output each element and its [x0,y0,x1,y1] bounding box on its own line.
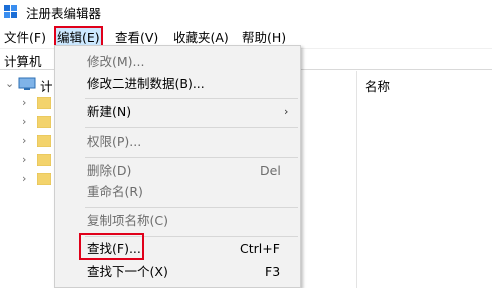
menu-item-label: 修改二进制数据(B)... [87,76,205,91]
menu-item-shortcut: Ctrl+F [240,241,280,256]
menu-item-new[interactable]: 新建(N) › [55,101,300,123]
menu-item-label: 新建(N) [87,104,132,119]
menu-item-rename[interactable]: 重命名(R) [55,181,300,203]
menu-item-delete[interactable]: 删除(D) Del [55,160,300,182]
menu-item-modify[interactable]: 修改(M)... [55,51,300,73]
menu-separator [85,157,298,158]
menu-item-label: 复制项名称(C) [87,213,168,228]
menu-separator [85,98,298,99]
registry-editor-icon [4,5,17,18]
chevron-right-icon: › [284,105,289,118]
folder-icon [37,116,51,128]
menu-item-shortcut: F3 [265,264,281,279]
title-bar: 注册表编辑器 [0,0,492,24]
chevron-down-icon[interactable]: ⌄ [5,77,15,91]
menu-separator [85,207,298,208]
values-pane: 名称 [357,71,492,288]
menu-item-permissions[interactable]: 权限(P)... [55,131,300,153]
computer-icon [18,77,36,90]
menu-item-shortcut: Del [260,163,281,178]
chevron-right-icon[interactable]: › [22,96,32,110]
chevron-right-icon[interactable]: › [22,134,32,148]
menu-item-copy-key-name[interactable]: 复制项名称(C) [55,210,300,232]
menu-item-find-next[interactable]: 查找下一个(X) F3 [55,261,300,283]
menu-separator [85,127,298,128]
menu-item-label: 修改(M)... [87,54,145,69]
window-title: 注册表编辑器 [26,6,102,21]
folder-icon [37,97,51,109]
chevron-right-icon[interactable]: › [22,153,32,167]
chevron-right-icon[interactable]: › [22,172,32,186]
folder-icon [37,154,51,166]
folder-icon [37,173,51,185]
find-highlight-box [79,233,144,260]
menu-file[interactable]: 文件(F) [3,28,47,47]
menu-item-label: 重命名(R) [87,184,143,199]
menu-item-label: 权限(P)... [87,134,142,149]
chevron-right-icon[interactable]: › [22,115,32,129]
menu-item-modify-binary[interactable]: 修改二进制数据(B)... [55,73,300,95]
folder-icon [37,135,51,147]
address-path: 计算机 [4,54,42,69]
menu-item-label: 查找下一个(X) [87,264,168,279]
menu-item-label: 删除(D) [87,163,132,178]
edit-menu-dropdown: 修改(M)... 修改二进制数据(B)... 新建(N) › 权限(P)... … [54,45,301,288]
column-header-name[interactable]: 名称 [365,76,390,95]
registry-editor-window: 注册表编辑器 文件(F) 编辑(E) 查看(V) 收藏夹(A) 帮助(H) 计算… [0,0,492,288]
